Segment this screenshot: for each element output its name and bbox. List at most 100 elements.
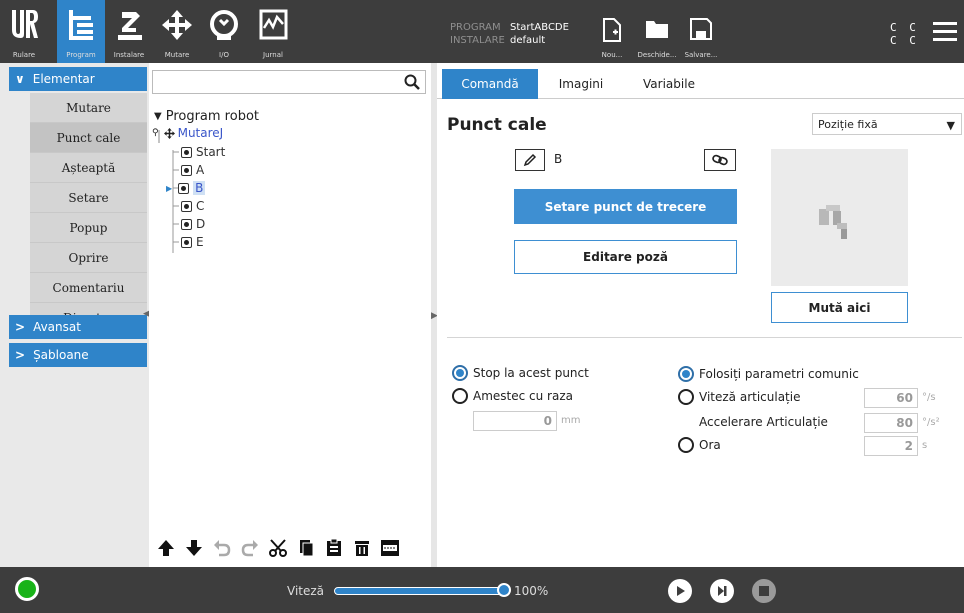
search-icon	[404, 74, 420, 90]
tree-root-label: Program robot	[165, 108, 260, 124]
templates-section-label: Șabloane	[33, 348, 89, 362]
sidebar-item-waypoint[interactable]: Punct cale	[30, 123, 147, 153]
tree-movej-label: MutareJ	[177, 126, 224, 140]
tree-waypoint-start[interactable]: Start	[181, 143, 225, 161]
joint-speed-radio[interactable]	[678, 389, 694, 405]
time-radio[interactable]	[678, 437, 694, 453]
move-down-icon[interactable]	[183, 537, 205, 559]
tree-waypoint-e[interactable]: E	[181, 233, 204, 251]
expand-triangle-icon: ▼	[154, 110, 162, 122]
stop-at-point-radio[interactable]	[452, 365, 468, 381]
move-tab-button[interactable]: Mutare	[153, 0, 201, 63]
play-icon	[677, 586, 685, 596]
tree-waypoint-c[interactable]: C	[181, 197, 204, 215]
save-file-button[interactable]: Salvare...	[681, 18, 721, 63]
control-mode-indicator[interactable]: C C C C	[890, 21, 919, 47]
move-arrows-icon	[162, 10, 192, 40]
sidebar-item-halt[interactable]: Oprire	[30, 243, 147, 273]
undo-icon[interactable]	[211, 537, 233, 559]
step-button[interactable]	[710, 579, 734, 603]
speed-slider-thumb[interactable]	[497, 583, 511, 597]
power-status-button[interactable]	[15, 577, 39, 601]
move-arrows-icon	[163, 127, 175, 139]
program-nodes-sidebar: ∨ Elementar Mutare Punct cale Așteaptă S…	[0, 63, 149, 567]
move-tab-label: Mutare	[164, 51, 190, 59]
blend-radius-radio[interactable]	[452, 388, 468, 404]
sidebar-item-comment[interactable]: Comentariu	[30, 273, 147, 303]
tree-waypoint-b[interactable]: ▶ B	[166, 179, 206, 197]
paste-icon[interactable]	[323, 537, 345, 559]
tree-movej-node[interactable]: ⚲ MutareJ	[152, 124, 223, 142]
rename-waypoint-button[interactable]	[515, 149, 545, 171]
speed-label: Viteză	[287, 584, 325, 598]
new-file-button[interactable]: Nou...	[592, 18, 632, 63]
cc-line-2: C C	[890, 34, 919, 47]
delete-icon[interactable]	[351, 537, 373, 559]
joint-speed-field[interactable]: 60	[864, 388, 918, 408]
set-waypoint-button[interactable]: Setare punct de trecere	[514, 189, 737, 224]
waypoint-label: E	[196, 235, 204, 249]
tab-variables[interactable]: Variabile	[624, 69, 714, 99]
new-file-icon	[603, 18, 621, 42]
run-tab-label: Rulare	[12, 51, 36, 59]
waypoint-label: A	[196, 163, 205, 177]
move-here-button[interactable]: Mută aici	[771, 292, 908, 323]
chevron-right-icon: >	[15, 348, 26, 362]
link-waypoint-button[interactable]	[704, 149, 736, 171]
step-icon	[718, 586, 727, 596]
cut-icon[interactable]	[267, 537, 289, 559]
redo-icon[interactable]	[239, 537, 261, 559]
robot-arm-icon	[118, 12, 142, 40]
joint-accel-label: Accelerare Articulație	[699, 415, 828, 429]
copy-icon[interactable]	[295, 537, 317, 559]
waypoint-type-select[interactable]: Poziție fixă ▼	[812, 113, 962, 135]
io-tab-button[interactable]: I/O	[200, 0, 248, 63]
program-tab-label: Program	[66, 51, 96, 59]
edit-pose-button[interactable]: Editare poză	[514, 240, 737, 274]
basic-section-header[interactable]: ∨ Elementar	[9, 67, 147, 91]
tree-waypoint-a[interactable]: A	[181, 161, 204, 179]
stop-button[interactable]	[752, 579, 776, 603]
program-tab-button[interactable]: Program	[57, 0, 105, 63]
stop-icon	[759, 586, 769, 596]
open-folder-icon	[646, 21, 668, 38]
program-icon	[69, 10, 93, 40]
joint-speed-unit: °/s	[922, 392, 936, 403]
waypoint-icon	[181, 236, 192, 248]
move-up-icon[interactable]	[155, 537, 177, 559]
suppress-icon[interactable]	[379, 537, 401, 559]
templates-section-header[interactable]: > Șabloane	[9, 343, 147, 367]
installation-tab-button[interactable]: Instalare	[105, 0, 153, 63]
advanced-section-header[interactable]: > Avansat	[9, 315, 147, 339]
selection-pointer-icon: ▶	[166, 183, 173, 193]
sidebar-item-move[interactable]: Mutare	[30, 93, 147, 123]
time-field[interactable]: 2	[864, 436, 918, 456]
waypoint-icon	[181, 218, 192, 230]
waypoint-label: D	[196, 217, 206, 231]
installation-tab-label: Instalare	[113, 51, 145, 59]
program-tree-panel: ▼ Program robot ⚲ MutareJ Start A ▶ B C	[149, 63, 431, 567]
shared-params-radio[interactable]	[678, 366, 694, 382]
run-tab-button[interactable]: Rulare	[0, 0, 48, 63]
joint-accel-field[interactable]: 80	[864, 413, 918, 433]
open-file-button[interactable]: Deschide...	[637, 18, 677, 63]
tab-command[interactable]: Comandă	[442, 69, 538, 99]
tree-waypoint-d[interactable]: D	[181, 215, 205, 233]
installation-name: default	[510, 35, 546, 46]
sidebar-item-set[interactable]: Setare	[30, 183, 147, 213]
io-tab-label: I/O	[219, 51, 229, 59]
ur-logo-icon	[12, 10, 38, 38]
hamburger-menu-icon[interactable]	[933, 22, 957, 42]
save-icon	[690, 18, 712, 40]
io-icon	[210, 10, 238, 40]
stop-at-point-label: Stop la acest punct	[473, 366, 589, 380]
sidebar-item-popup[interactable]: Popup	[30, 213, 147, 243]
joint-accel-unit: °/s²	[922, 417, 940, 428]
blend-radius-field[interactable]: 0	[473, 411, 557, 431]
play-button[interactable]	[668, 579, 692, 603]
tree-root-node[interactable]: ▼ Program robot	[154, 107, 259, 125]
sidebar-item-wait[interactable]: Așteaptă	[30, 153, 147, 183]
tab-graphics[interactable]: Imagini	[538, 69, 624, 99]
log-tab-button[interactable]: Jurnal	[249, 0, 297, 63]
speed-slider[interactable]	[334, 587, 504, 595]
